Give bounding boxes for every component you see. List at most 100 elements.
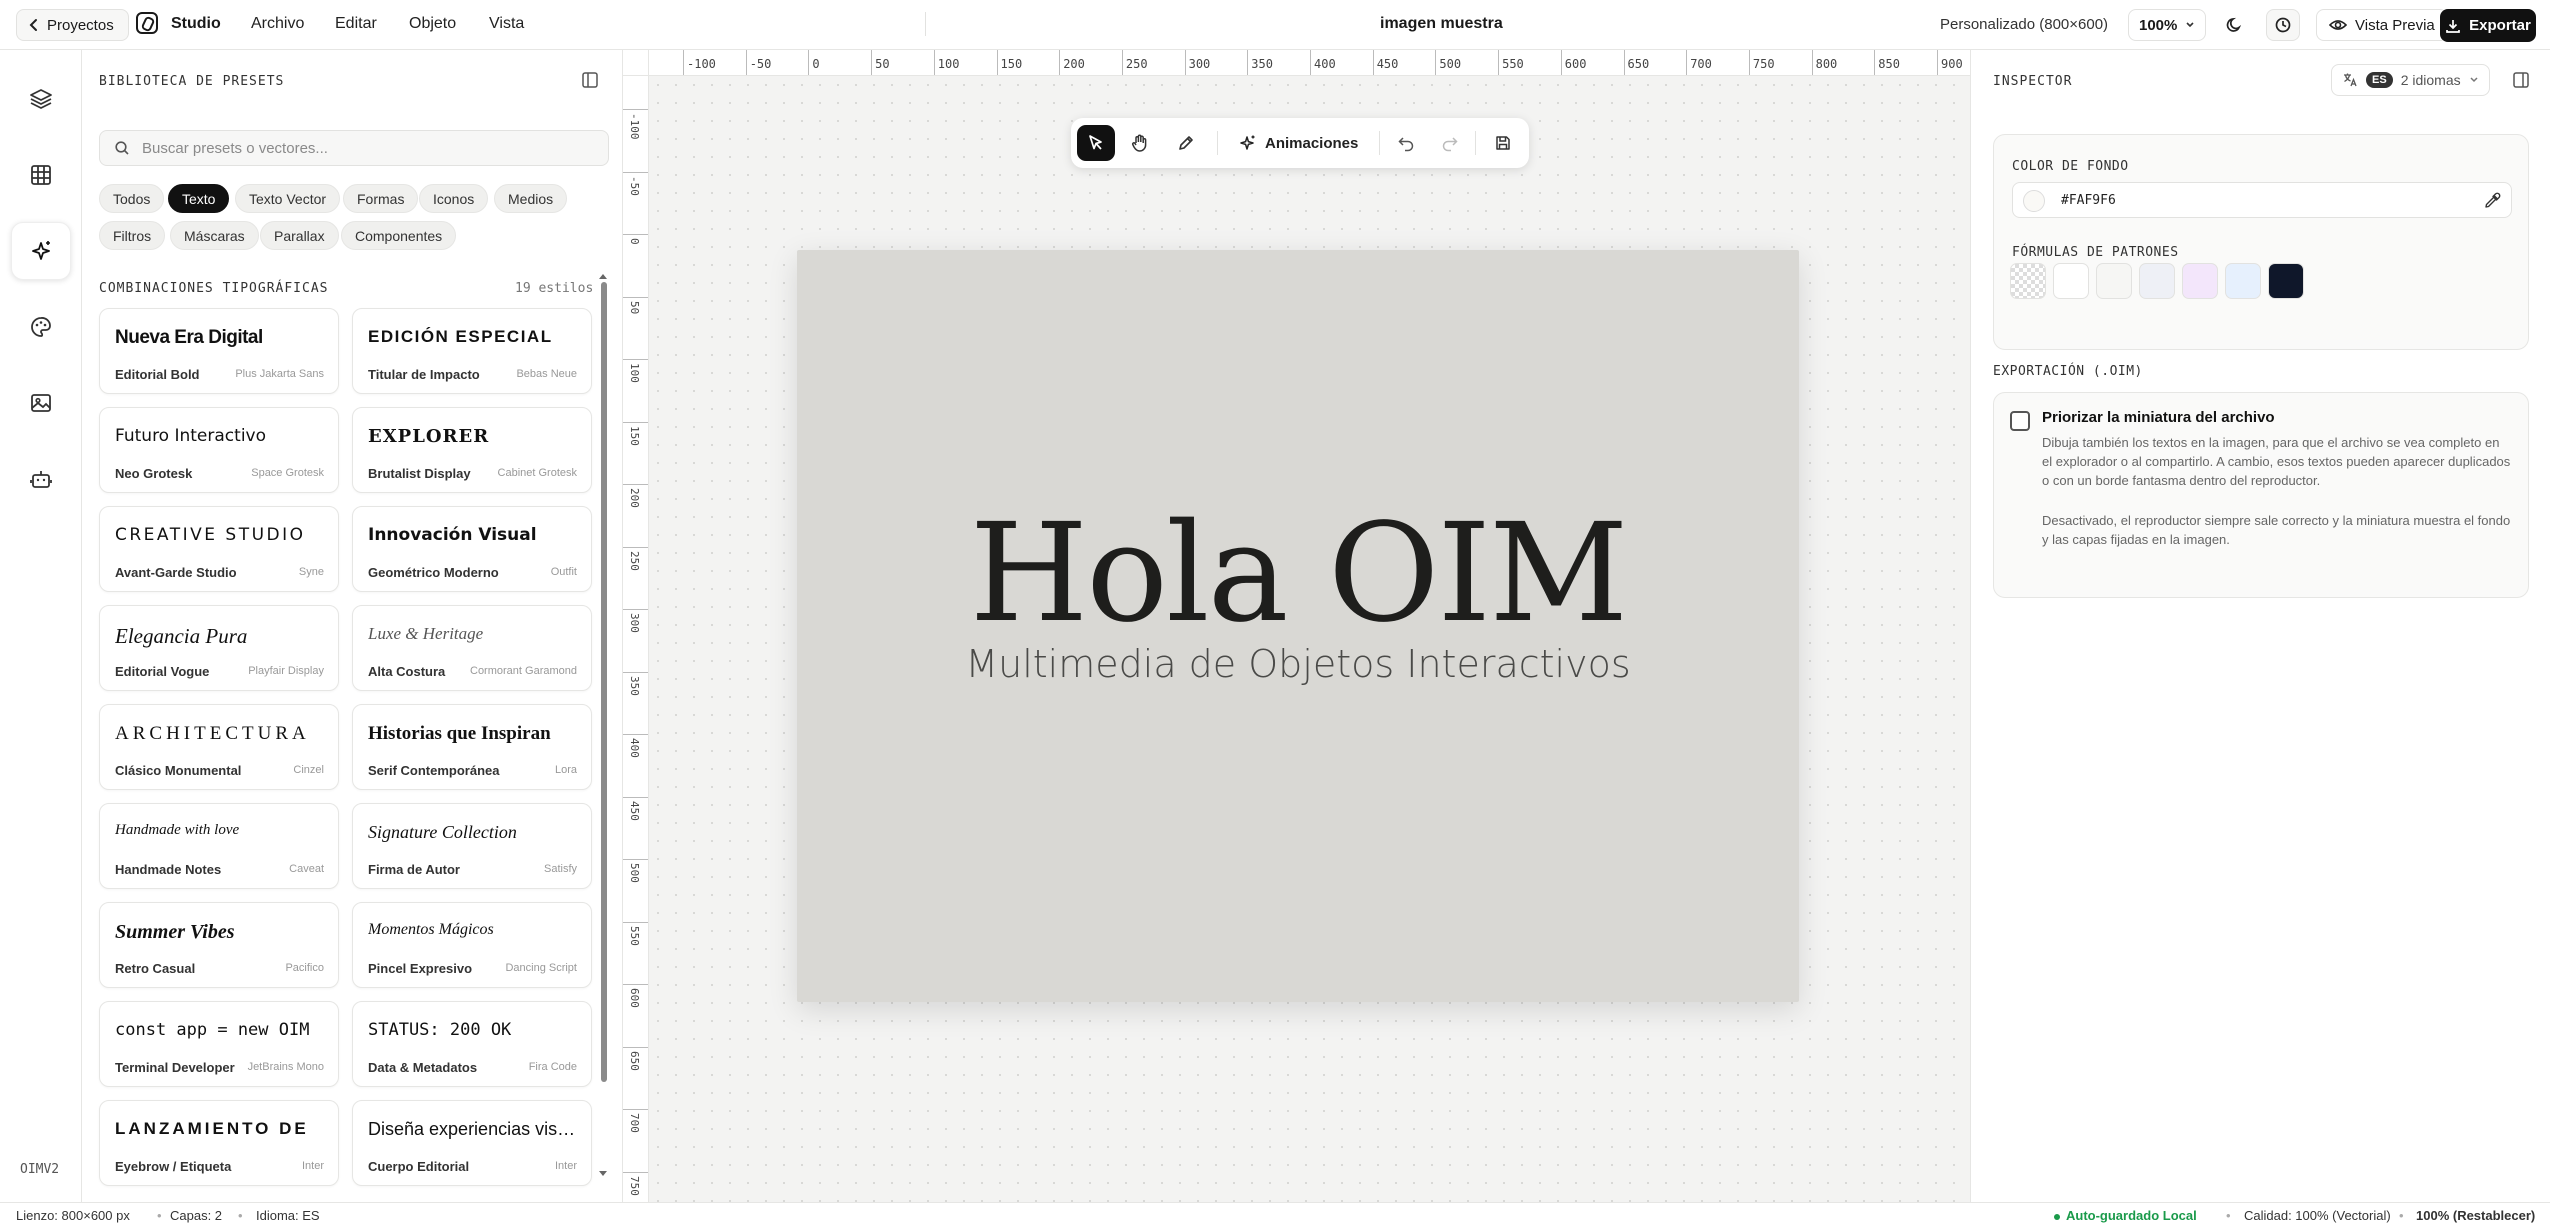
filter-chip-texto-vector[interactable]: Texto Vector — [235, 184, 341, 213]
toolbar-divider — [1475, 131, 1476, 155]
thumbnail-priority-checkbox[interactable] — [2010, 411, 2030, 431]
export-button[interactable]: Exportar — [2440, 9, 2536, 42]
preset-font-name: Lora — [554, 764, 577, 776]
option-title[interactable]: Priorizar la miniatura del archivo — [2042, 409, 2275, 426]
library-scrollbar-thumb[interactable] — [601, 282, 607, 1082]
bg-color-swatch[interactable] — [2023, 190, 2045, 212]
menu-archivo[interactable]: Archivo — [251, 15, 304, 33]
rail-presets-button[interactable] — [11, 222, 71, 280]
filter-chip-medios[interactable]: Medios — [494, 184, 568, 213]
pattern-swatch[interactable] — [2182, 263, 2218, 299]
preset-card[interactable]: const app = new OIM Terminal Developer Jet… — [99, 1001, 339, 1087]
collapse-inspector-icon[interactable] — [2511, 70, 2531, 90]
preset-search-input[interactable] — [142, 139, 582, 157]
preset-card[interactable]: CREATIVE STUDIO Avant-Garde Studio Syne — [99, 506, 339, 592]
select-icon — [1086, 133, 1106, 153]
preset-card[interactable]: Diseña experiencias visuales Cuerpo Edito… — [352, 1100, 592, 1186]
filter-chip-iconos[interactable]: Iconos — [419, 184, 489, 213]
filter-chip-formas[interactable]: Formas — [343, 184, 419, 213]
pattern-swatch-transparent[interactable] — [2010, 263, 2046, 299]
hand-tool-button[interactable] — [1121, 125, 1159, 161]
ruler-label: 750 — [628, 1175, 641, 1196]
preset-card[interactable]: Summer Vibes Retro Casual Pacifico — [99, 902, 339, 988]
collapse-panel-icon[interactable] — [580, 70, 600, 90]
preset-card[interactable]: Innovación Visual Geométrico Moderno Outfi… — [352, 506, 592, 592]
ruler-tick — [1498, 50, 1500, 75]
ruler-label: 450 — [1376, 57, 1399, 71]
ruler-tick — [1184, 50, 1186, 75]
grid-icon — [29, 163, 53, 187]
filter-chip-parallax[interactable]: Parallax — [260, 221, 339, 250]
scroll-up-icon[interactable] — [598, 272, 608, 280]
save-button[interactable] — [1484, 125, 1522, 161]
scroll-down-icon[interactable] — [598, 1170, 608, 1178]
rail-layers-button[interactable] — [11, 70, 71, 128]
option-note: Desactivado, el reproductor siempre sale… — [2042, 513, 2511, 547]
preset-card[interactable]: EDICIÓN ESPECIAL Titular de Impacto Bebas … — [352, 308, 592, 394]
menu-vista[interactable]: Vista — [489, 15, 524, 33]
preset-card[interactable]: Elegancia Pura Editorial Vogue Playfair Di… — [99, 605, 339, 691]
filter-chip-mascaras[interactable]: Máscaras — [170, 221, 259, 250]
ruler-tick — [1435, 50, 1437, 75]
rail-palette-button[interactable] — [11, 298, 71, 356]
undo-button[interactable] — [1387, 125, 1425, 161]
sparkles-icon — [28, 238, 54, 264]
document-title[interactable]: imagen muestra — [1380, 15, 1503, 33]
canvas-size-label[interactable]: Personalizado (800×600) — [1940, 16, 2108, 33]
preset-card[interactable]: LANZAMIENTO DE Eyebrow / Etiqueta Inter — [99, 1100, 339, 1186]
rail-grid-button[interactable] — [11, 146, 71, 204]
preview-button[interactable]: Vista Previa — [2316, 9, 2448, 41]
redo-button[interactable] — [1431, 125, 1469, 161]
preset-name: Titular de Impacto — [368, 367, 480, 382]
rail-media-button[interactable] — [11, 374, 71, 432]
filter-chip-filtros[interactable]: Filtros — [99, 221, 166, 250]
ruler-label: 0 — [628, 238, 641, 245]
export-option-card: Priorizar la miniatura del archivo Dibuj… — [1993, 392, 2529, 598]
ruler-tick — [1059, 50, 1061, 75]
preset-card[interactable]: Futuro Interactivo Neo Grotesk Space Grote… — [99, 407, 339, 493]
artboard[interactable]: Hola OIM Multimedia de Objetos Interacti… — [797, 250, 1799, 1002]
preset-card[interactable]: Luxe & Heritage Alta Costura Cormorant Gar… — [352, 605, 592, 691]
preset-card[interactable]: STATUS: 200 OK Data & Metadatos Fira Code — [352, 1001, 592, 1087]
eyedropper-icon[interactable] — [2483, 192, 2501, 210]
pattern-swatch[interactable] — [2096, 263, 2132, 299]
status-zoom-reset[interactable]: 100% (Restablecer) — [2416, 1208, 2535, 1223]
artboard-subtitle-text[interactable]: Multimedia de Objetos Interactivos — [797, 642, 1799, 686]
preset-font-name: Caveat — [289, 863, 324, 875]
preset-card[interactable]: Nueva Era Digital Editorial Bold Plus Jaka… — [99, 308, 339, 394]
pen-tool-button[interactable] — [1167, 125, 1205, 161]
animations-button[interactable]: Animaciones — [1229, 125, 1368, 161]
preset-card[interactable]: ARCHITECTURA Clásico Monumental Cinzel — [99, 704, 339, 790]
menu-objeto[interactable]: Objeto — [409, 15, 456, 33]
menu-editar[interactable]: Editar — [335, 15, 377, 33]
filter-chip-texto[interactable]: Texto — [168, 184, 230, 213]
language-selector[interactable]: ES 2 idiomas — [2331, 64, 2490, 96]
toolbar-divider — [1379, 131, 1380, 155]
ruler-label: 650 — [628, 1050, 641, 1071]
zoom-select[interactable]: 100% — [2128, 9, 2207, 41]
preset-card[interactable]: EXPLORER Brutalist Display Cabinet Grotesk — [352, 407, 592, 493]
back-to-projects-button[interactable]: Proyectos — [16, 9, 129, 41]
pattern-swatch[interactable] — [2225, 263, 2261, 299]
ruler-label: 600 — [628, 988, 641, 1008]
bg-color-value[interactable]: #FAF9F6 — [2061, 193, 2116, 208]
chevron-down-icon — [2185, 21, 2195, 29]
select-tool-button[interactable] — [1077, 125, 1115, 161]
preset-card[interactable]: Historias que Inspiran Serif Contemporáne… — [352, 704, 592, 790]
pattern-swatch[interactable] — [2268, 263, 2304, 299]
canvas-workspace[interactable]: Animaciones Hola OIM Multimedia de Objet… — [649, 76, 1970, 1202]
preset-card[interactable]: Signature Collection Firma de Autor Satisf… — [352, 803, 592, 889]
ruler-label: 150 — [1000, 57, 1023, 71]
theme-toggle-button[interactable] — [2218, 9, 2252, 41]
pattern-swatch[interactable] — [2139, 263, 2175, 299]
preset-card[interactable]: Momentos Mágicos Pincel Expresivo Dancing … — [352, 902, 592, 988]
artboard-title-text[interactable]: Hola OIM — [797, 495, 1799, 653]
history-button[interactable] — [2266, 9, 2300, 41]
bg-color-field[interactable]: #FAF9F6 — [2012, 182, 2512, 218]
filter-chip-componentes[interactable]: Componentes — [341, 221, 457, 250]
rail-ai-button[interactable] — [11, 450, 71, 508]
filter-chip-todos[interactable]: Todos — [99, 184, 165, 213]
pattern-swatch[interactable] — [2053, 263, 2089, 299]
preset-sample-text: LANZAMIENTO DE — [115, 1119, 309, 1138]
preset-card[interactable]: Handmade with love Handmade Notes Caveat — [99, 803, 339, 889]
